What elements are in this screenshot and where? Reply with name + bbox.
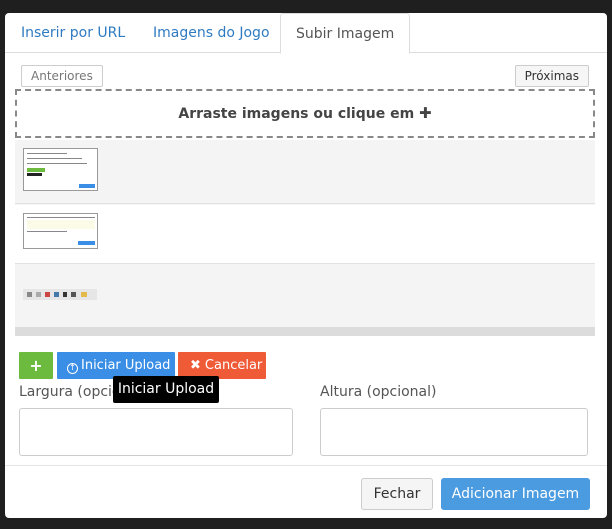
height-input[interactable]: [320, 408, 588, 456]
plus-icon: ✚: [419, 104, 432, 122]
dialog-footer: Fechar Adicionar Imagem: [5, 465, 607, 518]
height-label: Altura (opcional): [320, 384, 437, 400]
upload-file-list: [15, 140, 595, 336]
start-upload-button[interactable]: ↑ Iniciar Upload: [57, 352, 175, 379]
horizontal-scrollbar[interactable]: [15, 327, 595, 336]
tab-insert-by-url[interactable]: Inserir por URL: [21, 13, 125, 54]
dropzone-text: Arraste imagens ou clique em: [178, 106, 415, 122]
tab-upload-image[interactable]: Subir Imagem: [280, 13, 411, 54]
close-icon: ✖: [190, 358, 201, 373]
upload-dropzone[interactable]: Arraste imagens ou clique em ✚: [15, 89, 595, 138]
file-thumbnail: [23, 148, 98, 191]
add-files-button[interactable]: +: [19, 352, 53, 379]
tab-bar: Inserir por URL Imagens do Jogo Subir Im…: [5, 13, 607, 54]
file-row[interactable]: [15, 265, 595, 327]
cancel-upload-label: Cancelar: [204, 358, 263, 373]
file-thumbnail: [23, 289, 97, 300]
start-upload-label: Iniciar Upload: [81, 358, 171, 373]
upload-circle-icon: ↑: [67, 363, 78, 374]
next-button[interactable]: Próximas: [514, 65, 589, 87]
close-button[interactable]: Fechar: [361, 478, 433, 510]
previous-button[interactable]: Anteriores: [21, 65, 103, 87]
file-thumbnail: [23, 213, 98, 249]
cancel-upload-button[interactable]: ✖ Cancelar: [178, 352, 266, 379]
plus-icon: +: [29, 356, 43, 375]
upload-tooltip: Iniciar Upload: [113, 376, 219, 403]
add-image-button[interactable]: Adicionar Imagem: [441, 478, 590, 510]
image-insert-dialog: Inserir por URL Imagens do Jogo Subir Im…: [5, 13, 607, 518]
file-row[interactable]: [15, 140, 595, 204]
tab-game-images[interactable]: Imagens do Jogo: [153, 13, 270, 54]
width-input[interactable]: [19, 408, 293, 456]
file-row[interactable]: [15, 205, 595, 264]
